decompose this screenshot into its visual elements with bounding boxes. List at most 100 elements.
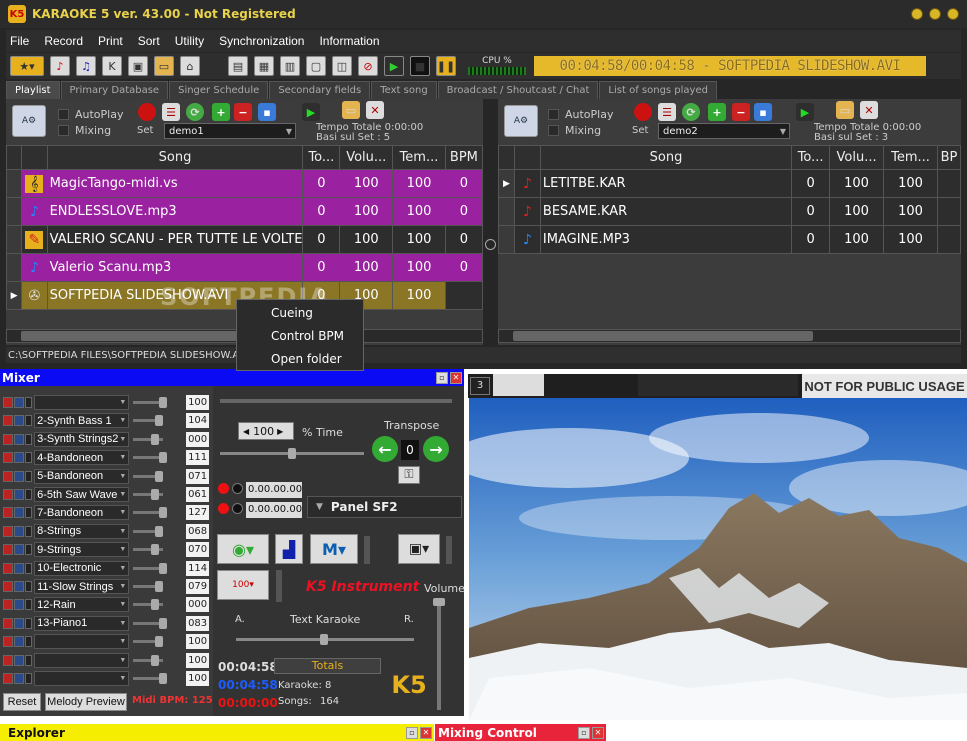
table-row[interactable]: 𝄞 MagicTango-midi.vs 0 100 100 0 (5, 169, 484, 198)
midi-module-icon[interactable]: M▾ (310, 534, 358, 564)
instrument-dropdown[interactable]: ▼ (34, 634, 130, 650)
instrument-dropdown[interactable]: 6-5th Saw Wave ▼ (34, 487, 130, 502)
solo-icon[interactable] (13, 617, 24, 629)
tab-playlist[interactable]: Playlist (6, 81, 60, 99)
time-field-a[interactable]: 0.00.00.00 (246, 482, 302, 498)
table-row[interactable]: ♪ ENDLESSLOVE.mp3 0 100 100 0 (5, 197, 484, 226)
solo-icon[interactable] (13, 489, 24, 500)
channel-volume-slider[interactable] (133, 433, 164, 445)
mute-icon[interactable] (3, 433, 13, 445)
play-playlist-icon[interactable]: ▶ (302, 103, 320, 121)
menu-information[interactable]: Information (319, 34, 379, 48)
right-set-dropdown[interactable]: demo2 ▼ (658, 123, 790, 139)
col-tempo[interactable]: Tem... (883, 145, 938, 170)
close-icon[interactable]: ✕ (420, 726, 432, 739)
mute-icon[interactable] (3, 654, 13, 666)
mute-icon[interactable] (3, 636, 13, 648)
right-horizontal-scrollbar[interactable] (498, 329, 961, 343)
mini-gain-slider[interactable] (446, 536, 452, 564)
clear-list-icon[interactable]: ✕ (366, 101, 384, 119)
solo-icon[interactable] (13, 397, 24, 408)
solo-icon[interactable] (13, 544, 24, 556)
save-icon[interactable]: ▪ (754, 103, 772, 121)
reset-button[interactable]: Reset (3, 693, 41, 711)
gauge-slider[interactable] (276, 570, 282, 602)
instrument-dropdown[interactable]: ▼ (34, 671, 130, 686)
menu-record[interactable]: Record (44, 34, 83, 48)
instrument-dropdown[interactable]: 4-Bandoneon ▼ (34, 450, 130, 466)
col-bpm[interactable]: BP (936, 145, 962, 170)
tempo-slider[interactable] (220, 448, 364, 459)
solo-icon[interactable] (13, 452, 24, 464)
restore-icon[interactable]: ▫ (406, 726, 418, 739)
mute-icon[interactable] (3, 599, 13, 611)
menu-synchronization[interactable]: Synchronization (219, 34, 304, 48)
table-row[interactable]: ✎ VALERIO SCANU - PER TUTTE LE VOLTE 0 100… (5, 225, 484, 254)
channel-volume-slider[interactable] (133, 452, 168, 464)
tab-text-song[interactable]: Text song (371, 81, 437, 99)
menu-print[interactable]: Print (98, 34, 123, 48)
mute-icon[interactable] (3, 544, 13, 556)
autoplay-settings-icon[interactable]: A⚙ (12, 105, 46, 137)
open-playlist-icon[interactable]: ▭ (836, 101, 854, 119)
screen-icon[interactable]: ◫ (332, 56, 352, 76)
tab-songs-played[interactable]: List of songs played (599, 81, 717, 99)
clear-list-icon[interactable]: ✕ (860, 101, 878, 119)
instrument-dropdown[interactable]: ▼ (34, 652, 130, 668)
remove-song-icon[interactable]: − (732, 103, 750, 121)
channel-volume-slider[interactable] (133, 544, 164, 556)
instrument-dropdown[interactable]: 8-Strings ▼ (34, 523, 130, 539)
mixing-control-panel-bar[interactable]: Mixing Control ▫ ✕ (435, 724, 606, 741)
channel-volume-slider[interactable] (133, 525, 164, 537)
mute-icon[interactable] (3, 489, 13, 500)
instrument-dropdown[interactable]: 9-Strings ▼ (34, 542, 130, 558)
instrument-dropdown[interactable]: 13-Piano1 ▼ (34, 615, 130, 631)
menu-item-cueing[interactable]: Cueing (237, 304, 363, 327)
record-icon[interactable] (138, 103, 156, 121)
explorer-panel-bar[interactable]: Explorer ▫ ✕ (0, 724, 434, 741)
text-karaoke-slider[interactable] (236, 634, 414, 645)
menu-item-control-bpm[interactable]: Control BPM (237, 327, 363, 350)
color-swatch[interactable] (493, 374, 544, 396)
channel-volume-slider[interactable] (133, 654, 164, 666)
mute-icon[interactable] (3, 562, 13, 574)
favorites-dropdown-icon[interactable]: ★▾ (10, 56, 44, 76)
instrument-dropdown[interactable]: 7-Bandoneon ▼ (34, 505, 130, 521)
instrument-dropdown[interactable]: 2-Synth Bass 1 ▼ (34, 413, 130, 429)
mute-icon[interactable] (3, 415, 13, 427)
mute-icon[interactable] (3, 617, 13, 629)
col-song[interactable]: Song (46, 145, 304, 170)
mini-volume-slider[interactable] (364, 536, 370, 564)
panel-sf2-dropdown[interactable]: ▼ Panel SF2 (307, 496, 462, 518)
close-icon[interactable]: ✕ (450, 371, 462, 384)
add-song-icon[interactable]: + (708, 103, 726, 121)
instrument-dropdown[interactable]: 10-Electronic ▼ (34, 560, 130, 576)
right-autoplay-checkbox[interactable]: AutoPlay (548, 108, 613, 121)
mute-icon[interactable] (3, 673, 13, 684)
solo-icon[interactable] (13, 507, 24, 519)
chart-icon[interactable]: ▥ (280, 56, 300, 76)
record-icon[interactable] (634, 103, 652, 121)
menu-sort[interactable]: Sort (138, 34, 160, 48)
restore-icon[interactable]: ▫ (436, 371, 448, 384)
tab-secondary-fields[interactable]: Secondary fields (269, 81, 371, 99)
channel-volume-slider[interactable] (133, 599, 164, 611)
mute-icon[interactable] (3, 452, 13, 464)
tab-broadcast[interactable]: Broadcast / Shoutcast / Chat (437, 81, 599, 99)
channel-volume-slider[interactable] (133, 581, 164, 592)
list-edit-icon[interactable]: ☰ (658, 103, 676, 121)
lock-icon[interactable]: ⚿ (398, 466, 420, 484)
tab-singer-schedule[interactable]: Singer Schedule (169, 81, 269, 99)
marker-b-black-icon[interactable] (232, 503, 243, 514)
solo-icon[interactable] (13, 433, 24, 445)
open-playlist-icon[interactable]: ▭ (342, 101, 360, 119)
video-file-icon[interactable]: ▣ (128, 56, 148, 76)
equalizer-icon[interactable]: ▟ (275, 534, 303, 564)
col-song[interactable]: Song (539, 145, 793, 170)
link-radio[interactable] (485, 239, 496, 250)
instrument-dropdown[interactable]: 11-Slow Strings ▼ (34, 579, 130, 594)
solo-icon[interactable] (13, 654, 24, 666)
image-icon[interactable]: ▦ (254, 56, 274, 76)
channel-volume-slider[interactable] (133, 636, 164, 648)
stop-icon[interactable]: ■ (410, 56, 430, 76)
